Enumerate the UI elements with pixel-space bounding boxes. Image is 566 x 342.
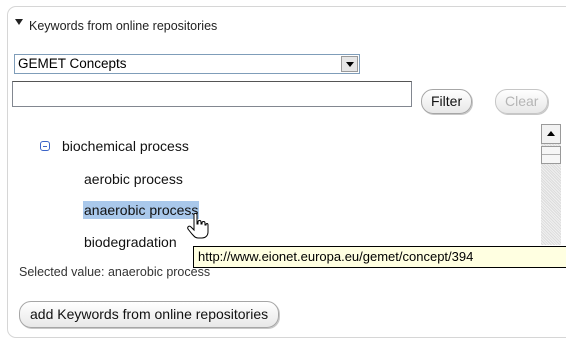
tree-node-child[interactable]: biodegradation	[84, 234, 177, 250]
tree-node-child-selected[interactable]: anaerobic process	[83, 201, 200, 219]
filter-button[interactable]: Filter	[421, 89, 473, 114]
tree-scrollbar[interactable]	[541, 124, 561, 245]
thesaurus-select-value: GEMET Concepts	[18, 56, 127, 71]
scroll-up-arrow-icon[interactable]	[541, 124, 561, 144]
dropdown-arrow-icon[interactable]	[341, 56, 358, 72]
tree-node-child[interactable]: aerobic process	[84, 171, 183, 187]
hand-pointer-icon	[187, 212, 209, 239]
section-header[interactable]: Keywords from online repositories	[15, 19, 217, 33]
selected-value-text: Selected value: anaerobic process	[19, 265, 211, 279]
url-tooltip: http://www.eionet.europa.eu/gemet/concep…	[193, 246, 566, 268]
scroll-thumb[interactable]	[541, 146, 561, 164]
tree-node-parent[interactable]: biochemical process	[62, 138, 189, 154]
keyword-filter-input[interactable]	[12, 81, 412, 107]
selected-keyword[interactable]: anaerobic process	[83, 201, 200, 219]
disclosure-triangle-icon[interactable]	[15, 19, 23, 25]
thesaurus-select[interactable]: GEMET Concepts	[14, 54, 360, 74]
collapse-minus-icon[interactable]	[40, 141, 50, 151]
add-keywords-button[interactable]: add Keywords from online repositories	[19, 301, 280, 328]
clear-button[interactable]: Clear	[495, 89, 549, 114]
section-title: Keywords from online repositories	[29, 19, 218, 33]
